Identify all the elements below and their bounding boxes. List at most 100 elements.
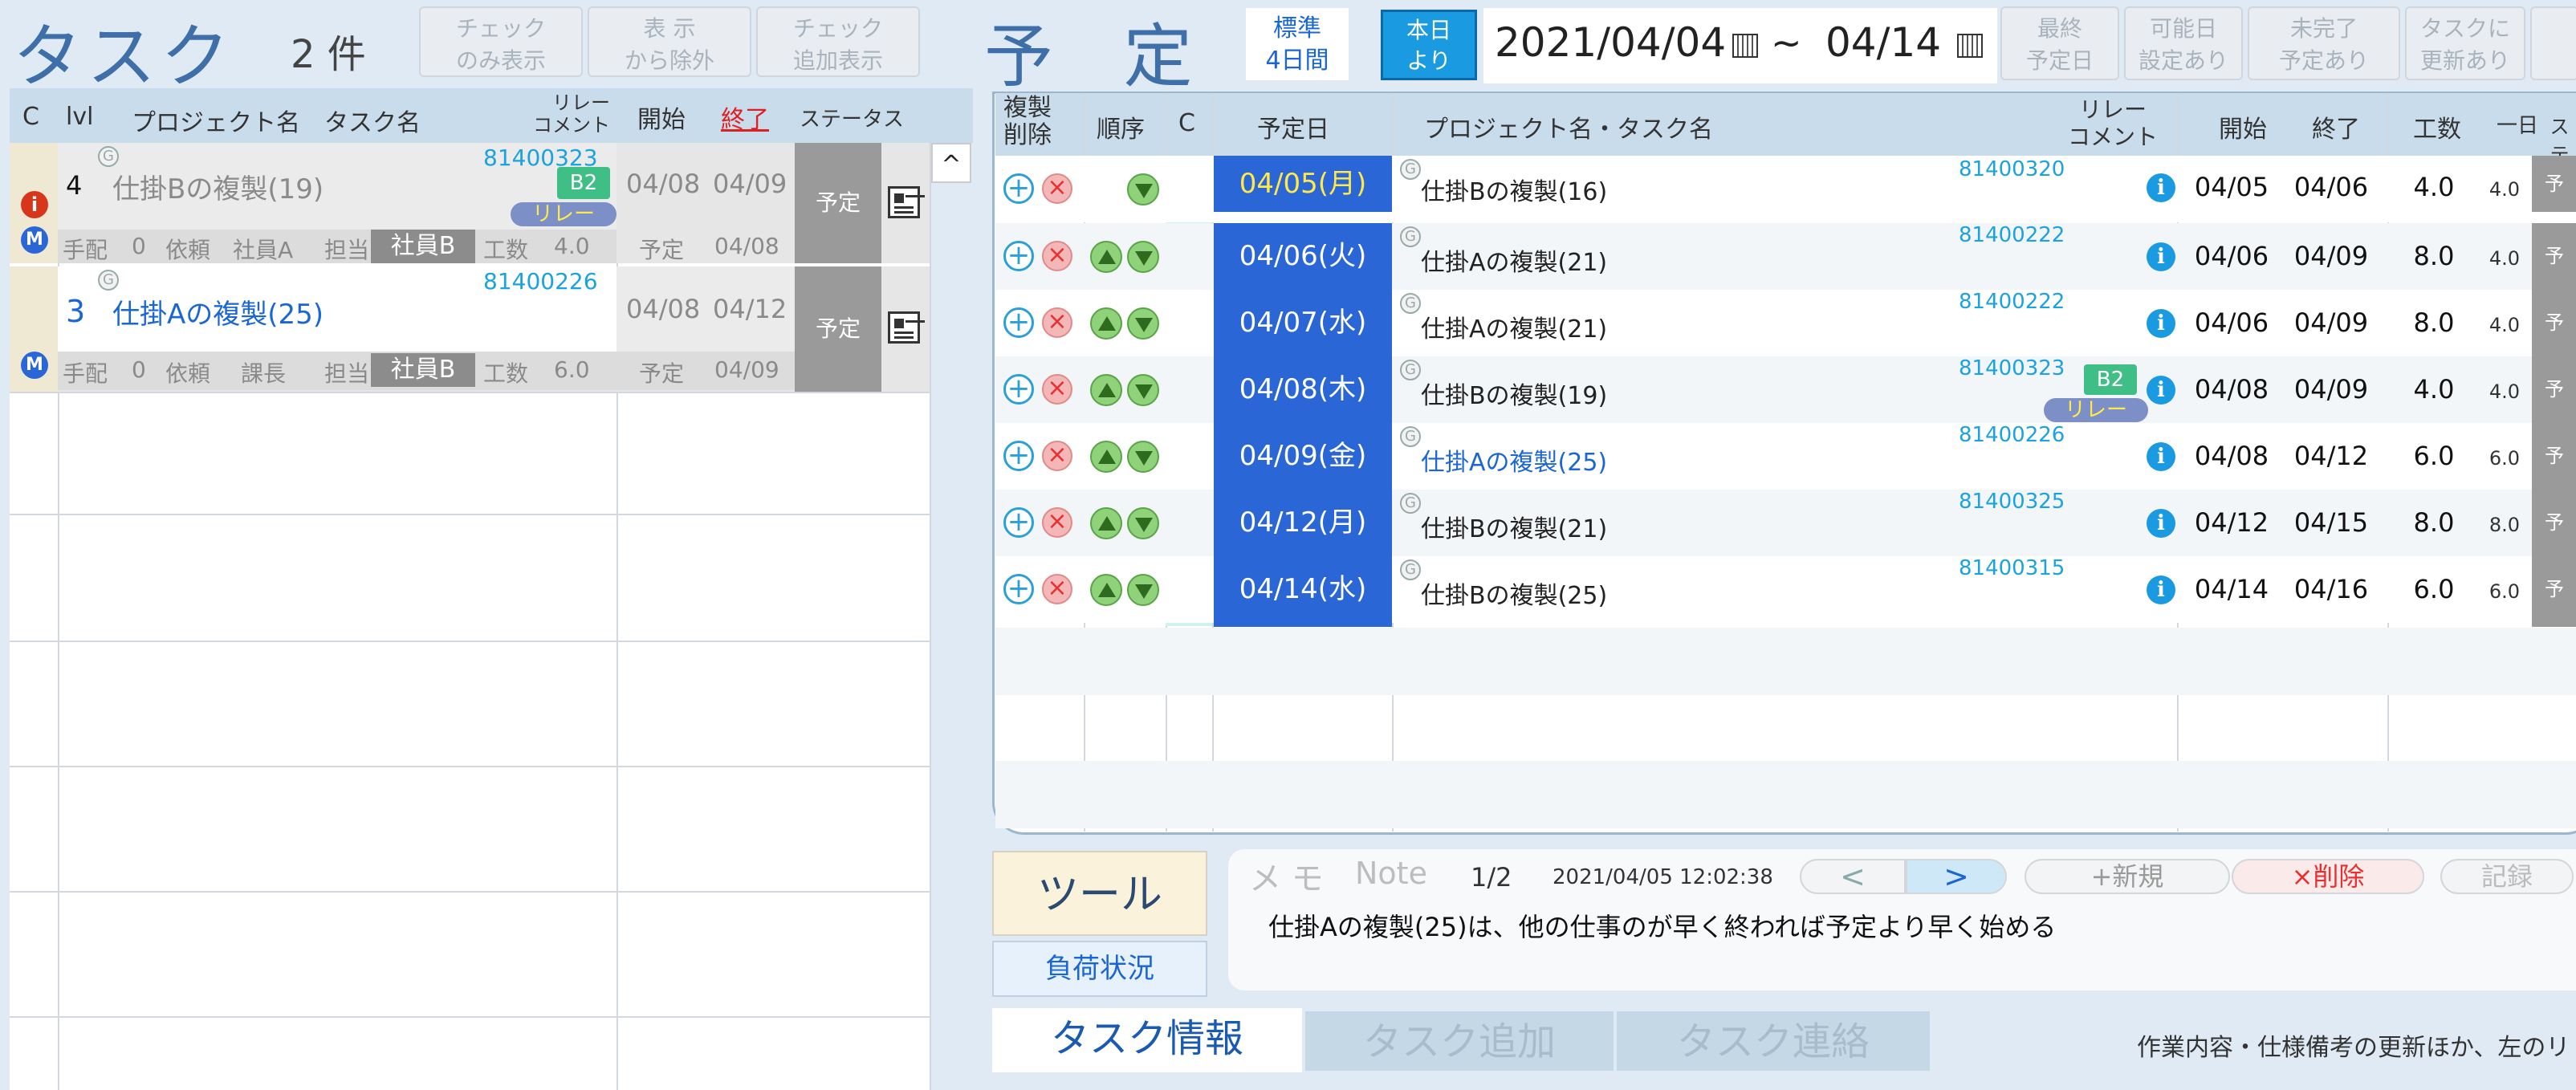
task-name[interactable]: 仕掛Bの複製(19) — [112, 167, 324, 206]
schedule-row[interactable]: + × 04/12(月) G 仕掛Bの複製(21) 81400325 i 04/… — [995, 490, 2576, 556]
schedule-date[interactable]: 04/06(火) — [1214, 223, 1392, 290]
filter-incomplete[interactable]: 未完了 予定あり — [2248, 6, 2400, 80]
schedule-date[interactable]: 04/09(金) — [1214, 423, 1392, 490]
schedule-date[interactable]: 04/14(水) — [1214, 556, 1392, 627]
info-icon[interactable]: i — [2147, 442, 2175, 471]
add-icon[interactable]: + — [1003, 574, 1034, 604]
col-end[interactable]: 終了 — [721, 100, 769, 135]
schedule-row[interactable]: + × 04/08(木) G 仕掛Bの複製(19) 81400323 B2 リレ… — [995, 356, 2576, 423]
move-up-icon[interactable] — [1090, 574, 1122, 606]
filter-last-date[interactable]: 最終 予定日 — [2000, 6, 2119, 80]
schedule-date[interactable]: 04/08(木) — [1214, 356, 1392, 423]
m-icon[interactable]: M — [21, 352, 48, 379]
next-button[interactable]: > — [1906, 859, 2007, 894]
schedule-row[interactable]: + × 04/05(月) G 仕掛Bの複製(16) 81400320 i 04/… — [995, 156, 2576, 222]
check-add-button[interactable]: チェック 追加表示 — [756, 6, 920, 77]
move-up-icon[interactable] — [1090, 507, 1122, 539]
info-icon[interactable]: i — [2147, 173, 2175, 202]
delete-memo-button[interactable]: ×削除 — [2232, 859, 2424, 894]
tab-task-add[interactable]: タスク追加 — [1305, 1011, 1614, 1071]
add-icon[interactable]: + — [1003, 374, 1034, 405]
move-up-icon[interactable] — [1090, 307, 1122, 340]
info-icon[interactable]: i — [21, 191, 48, 218]
move-up-icon[interactable] — [1090, 241, 1122, 273]
add-icon[interactable]: + — [1003, 241, 1034, 271]
document-icon[interactable] — [888, 186, 920, 218]
delete-icon[interactable]: × — [1042, 307, 1072, 338]
status-badge[interactable]: 予定 — [795, 266, 881, 392]
move-down-icon[interactable] — [1127, 173, 1159, 205]
date-to[interactable]: 04/14 — [1825, 19, 1941, 66]
task-name[interactable]: 仕掛Aの複製(21) — [1421, 242, 1607, 278]
delete-icon[interactable]: × — [1042, 173, 1072, 204]
tab-task-contact[interactable]: タスク連絡 — [1617, 1011, 1930, 1071]
col-lvl: lvl — [66, 103, 94, 131]
prev-button[interactable]: < — [1800, 859, 1906, 894]
move-down-icon[interactable] — [1127, 574, 1159, 606]
assignee[interactable]: 社員B — [371, 230, 475, 263]
move-up-icon[interactable] — [1090, 374, 1122, 406]
schedule-row[interactable]: + × 04/07(水) G 仕掛Aの複製(21) 81400222 i 04/… — [995, 290, 2576, 356]
task-name[interactable]: 仕掛Bの複製(21) — [1421, 509, 1607, 544]
schedule-date[interactable]: 04/07(水) — [1214, 290, 1392, 356]
filter-updated[interactable]: タスクに 更新あり — [2405, 6, 2525, 80]
delete-icon[interactable]: × — [1042, 374, 1072, 405]
schedule-date[interactable]: 04/05(月) — [1214, 156, 1392, 212]
add-icon[interactable]: + — [1003, 307, 1034, 338]
date-from[interactable]: 2021/04/04 — [1495, 19, 1726, 66]
new-memo-button[interactable]: +新規 — [2025, 859, 2230, 894]
move-down-icon[interactable] — [1127, 374, 1159, 406]
task-name[interactable]: 仕掛Bの複製(19) — [1421, 376, 1607, 411]
schedule-row[interactable]: + × 04/14(水) G 仕掛Bの複製(25) 81400315 i 04/… — [995, 556, 2576, 627]
filter-possible-date[interactable]: 可能日 設定あり — [2124, 6, 2243, 80]
info-icon[interactable]: i — [2147, 309, 2175, 338]
add-icon[interactable]: + — [1003, 173, 1034, 204]
schedule-row[interactable]: + × 04/09(金) G 仕掛Aの複製(25) 81400226 i 04/… — [995, 423, 2576, 490]
exclude-button[interactable]: 表 示 から除外 — [588, 6, 751, 77]
relay-badge[interactable]: リレー — [2044, 398, 2148, 422]
task-start: 04/08 — [626, 169, 701, 199]
add-icon[interactable]: + — [1003, 441, 1034, 471]
schedule-date[interactable]: 04/12(月) — [1214, 490, 1392, 556]
task-name[interactable]: 仕掛Bの複製(16) — [1421, 172, 1607, 207]
standard-period-button[interactable]: 標準 4日間 — [1246, 8, 1349, 80]
move-down-icon[interactable] — [1127, 241, 1159, 273]
delete-icon[interactable]: × — [1042, 241, 1072, 271]
info-icon[interactable]: i — [2147, 376, 2175, 405]
calendar-icon[interactable] — [1957, 34, 1983, 58]
move-down-icon[interactable] — [1127, 441, 1159, 473]
col-start[interactable]: 開始 — [637, 100, 686, 135]
collapse-icon[interactable]: ^ — [931, 143, 971, 183]
task-count: 2 件 — [291, 32, 366, 77]
info-icon[interactable]: i — [2147, 509, 2175, 538]
delete-icon[interactable]: × — [1042, 441, 1072, 471]
task-name[interactable]: 仕掛Aの複製(25) — [112, 292, 324, 331]
document-icon[interactable] — [888, 311, 920, 344]
col-task[interactable]: タスク名 — [324, 103, 421, 138]
tool-button[interactable]: ツール — [992, 851, 1207, 936]
check-only-button[interactable]: チェック のみ表示 — [419, 6, 583, 77]
memo-text[interactable]: 仕掛Aの複製(25)は、他の仕事のが早く終われば予定より早く始める — [1268, 907, 2056, 944]
move-down-icon[interactable] — [1127, 507, 1159, 539]
move-up-icon[interactable] — [1090, 441, 1122, 473]
delete-icon[interactable]: × — [1042, 507, 1072, 538]
col-project[interactable]: プロジェクト名 — [132, 103, 300, 138]
status-badge[interactable]: 予定 — [795, 143, 881, 263]
m-icon[interactable]: M — [21, 226, 48, 254]
calendar-icon[interactable] — [1732, 34, 1758, 58]
tab-task-info[interactable]: タスク情報 — [992, 1008, 1302, 1072]
from-today-button[interactable]: 本日 より — [1381, 10, 1477, 80]
task-name[interactable]: 仕掛Aの複製(25) — [1421, 442, 1607, 478]
load-status-button[interactable]: 負荷状況 — [992, 941, 1207, 997]
task-name[interactable]: 仕掛Aの複製(21) — [1421, 309, 1607, 344]
add-icon[interactable]: + — [1003, 507, 1034, 538]
info-icon[interactable]: i — [2147, 242, 2175, 271]
move-down-icon[interactable] — [1127, 307, 1159, 340]
schedule-row[interactable]: + × 04/06(火) G 仕掛Aの複製(21) 81400222 i 04/… — [995, 223, 2576, 290]
delete-icon[interactable]: × — [1042, 574, 1072, 604]
info-icon[interactable]: i — [2147, 576, 2175, 604]
assignee[interactable]: 社員B — [371, 353, 475, 387]
relay-badge[interactable]: リレー — [511, 202, 617, 226]
record-button[interactable]: 記録 — [2440, 859, 2574, 894]
task-name[interactable]: 仕掛Bの複製(25) — [1421, 576, 1607, 611]
